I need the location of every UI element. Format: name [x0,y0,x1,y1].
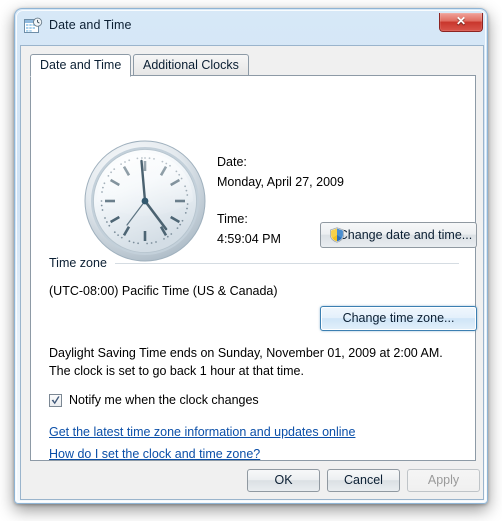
notify-clock-changes-label: Notify me when the clock changes [69,393,259,407]
date-and-time-window: Date and Time ✕ Date and Time Additional… [14,8,488,504]
window-title: Date and Time [49,18,132,32]
group-separator [115,263,459,264]
tab-panel-date-and-time: Date: Monday, April 27, 2009 Time: 4:59:… [30,75,477,461]
close-button[interactable]: ✕ [439,13,483,32]
tab-additional-clocks-label: Additional Clocks [143,58,239,72]
ok-label: OK [274,473,293,487]
tab-additional-clocks[interactable]: Additional Clocks [133,54,249,76]
checkbox-box [49,394,62,407]
change-date-and-time-label: Change date and time... [338,228,473,242]
tab-date-and-time[interactable]: Date and Time [30,54,132,77]
time-zone-value: (UTC-08:00) Pacific Time (US & Canada) [49,284,278,298]
link-how-do-i-set-clock[interactable]: How do I set the clock and time zone? [49,447,260,461]
change-time-zone-button[interactable]: Change time zone... [320,306,477,331]
apply-label: Apply [427,473,460,487]
date-value: Monday, April 27, 2009 [217,175,344,189]
uac-shield-icon [329,227,345,243]
close-icon: ✕ [455,14,467,28]
apply-button: Apply [407,469,480,492]
checkmark-icon [51,396,60,405]
change-date-and-time-button[interactable]: Change date and time... [320,222,477,248]
tab-date-and-time-label: Date and Time [40,58,122,72]
date-label: Date: [217,155,247,169]
cancel-button[interactable]: Cancel [327,469,400,492]
cancel-label: Cancel [344,473,383,487]
daylight-saving-text: Daylight Saving Time ends on Sunday, Nov… [49,346,443,378]
ok-button[interactable]: OK [247,469,320,492]
analog-clock-icon [83,139,207,263]
title-bar[interactable]: Date and Time ✕ [15,9,489,45]
change-time-zone-label: Change time zone... [342,311,455,325]
time-zone-group-label: Time zone [49,256,112,270]
link-time-zone-updates[interactable]: Get the latest time zone information and… [49,425,355,439]
client-area: Date and Time Additional Clocks Date: Mo… [20,45,484,500]
calendar-clock-icon [24,17,43,36]
